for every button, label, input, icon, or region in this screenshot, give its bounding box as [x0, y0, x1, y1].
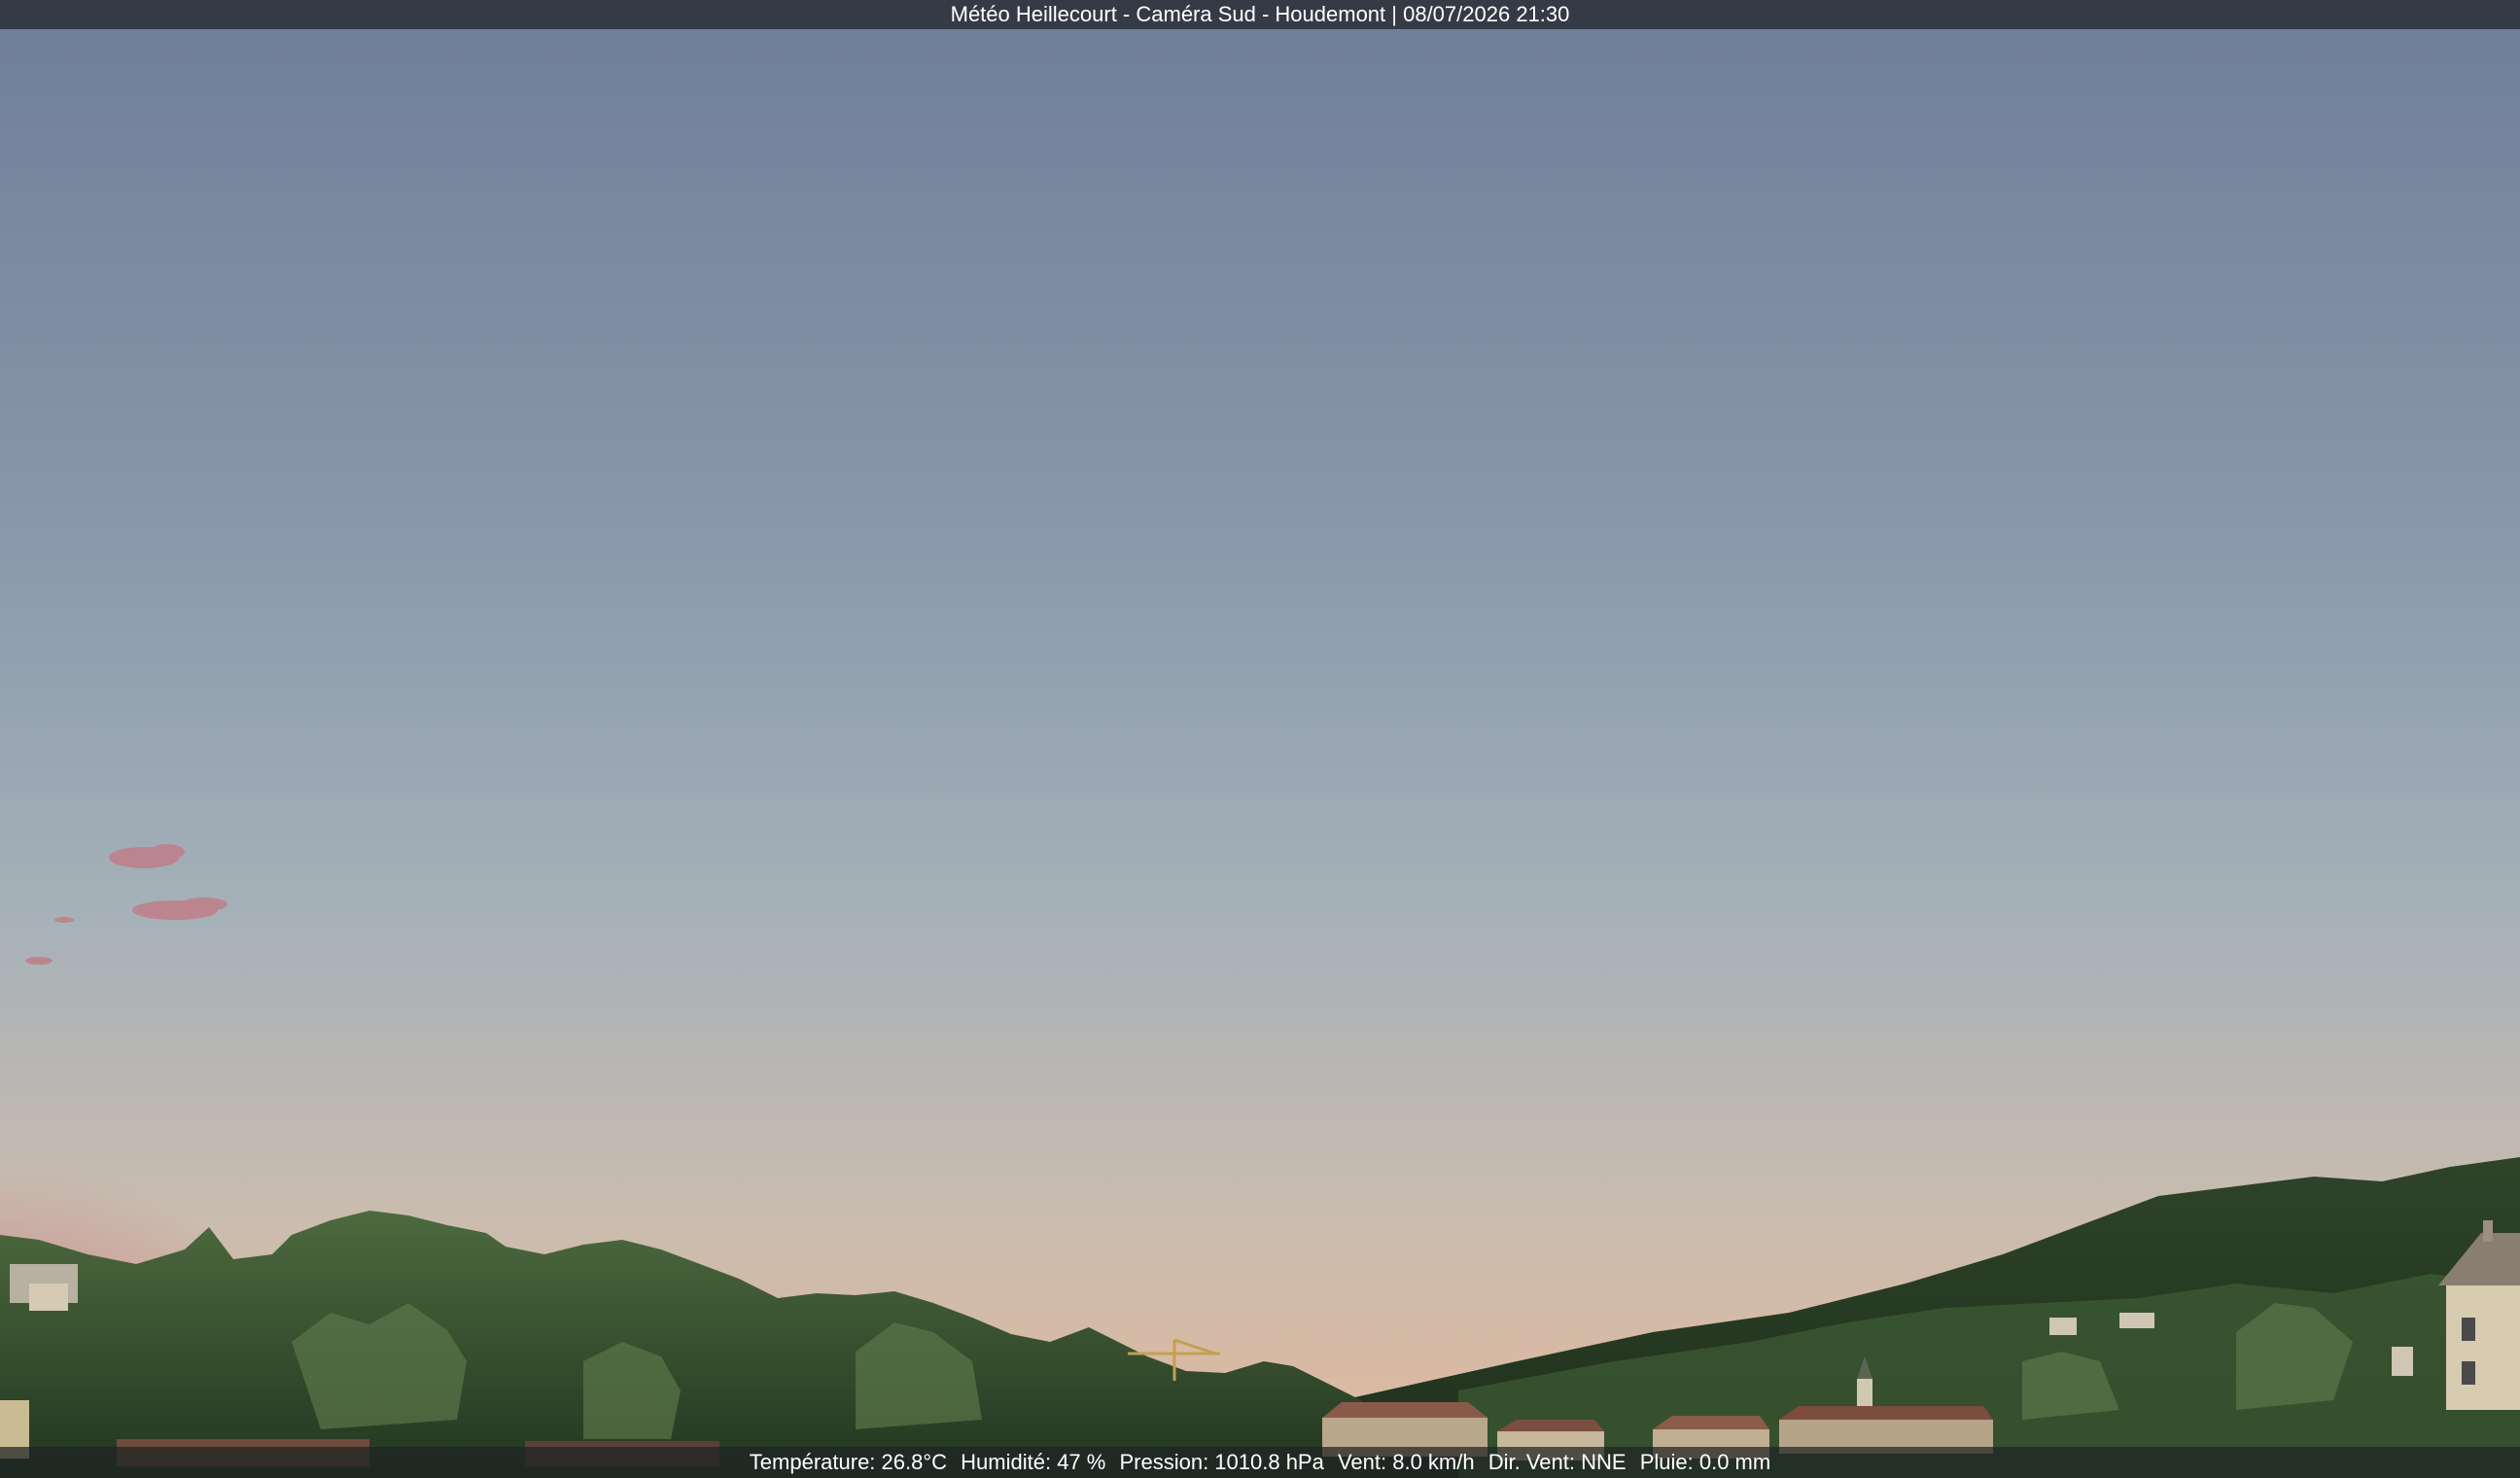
wind-direction-readout: Dir. Vent: NNE — [1488, 1450, 1627, 1474]
camera-caption: Météo Heillecourt - Caméra Sud - Houdemo… — [950, 2, 1570, 26]
humidity-readout: Humidité: 47 % — [961, 1450, 1106, 1474]
weather-readout-bar: Température: 26.8°C Humidité: 47 % Press… — [0, 1447, 2520, 1478]
temperature-readout: Température: 26.8°C — [749, 1450, 948, 1474]
webcam-image — [0, 0, 2520, 1478]
camera-caption-bar: Météo Heillecourt - Caméra Sud - Houdemo… — [0, 0, 2520, 29]
webcam-view: Météo Heillecourt - Caméra Sud - Houdemo… — [0, 0, 2520, 1478]
rain-readout: Pluie: 0.0 mm — [1639, 1450, 1771, 1474]
wind-speed-readout: Vent: 8.0 km/h — [1337, 1450, 1475, 1474]
pressure-readout: Pression: 1010.8 hPa — [1119, 1450, 1324, 1474]
